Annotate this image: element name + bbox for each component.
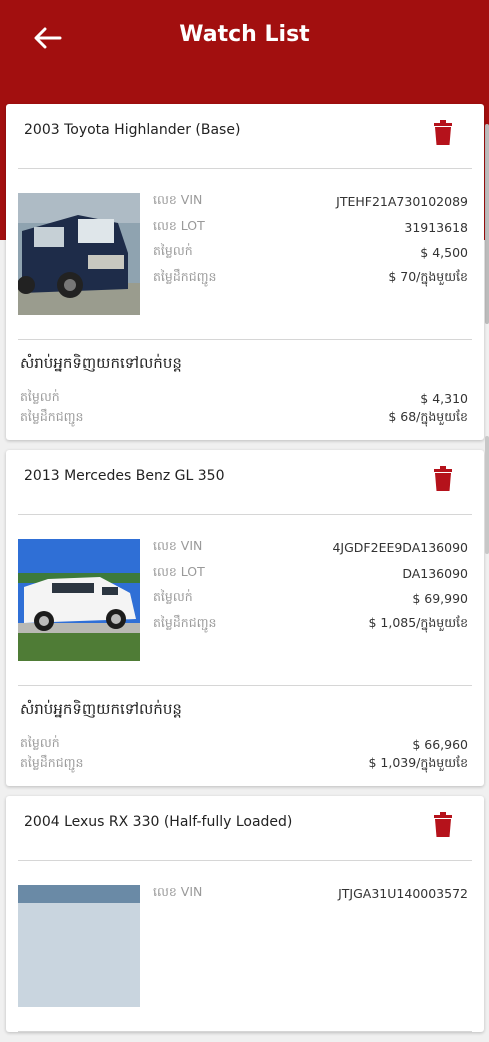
shipping-row: តម្លៃដឹកជញ្ជូន $ 1,085/ក្នុងមួយខែ (153, 612, 468, 638)
card-details: លេខ VIN JTJGA31U140003572 (18, 861, 472, 1032)
lot-label: លេខ LOT (153, 563, 205, 579)
dark-blue-suv-photo (18, 193, 140, 315)
watch-card[interactable]: 2003 Toyota Highlander (Base) លេខ VIN JT… (6, 104, 484, 440)
resale-price-value: $ 66,960 (412, 736, 468, 752)
delete-trash-icon[interactable] (432, 812, 454, 838)
resale-section: សំរាប់អ្នកទិញយកទៅលក់បន្ត តម្លៃលក់ $ 66,9… (18, 686, 472, 786)
watch-list: 2003 Toyota Highlander (Base) លេខ VIN JT… (6, 104, 484, 1042)
car-title[interactable]: 2003 Toyota Highlander (Base) (24, 122, 240, 138)
spec-list: លេខ VIN 4JGDF2EE9DA136090 លេខ LOT DA1360… (153, 535, 468, 637)
delete-trash-icon[interactable] (432, 120, 454, 146)
shipping-value: $ 1,085/ក្នុងមួយខែ (368, 614, 468, 630)
vin-row: លេខ VIN 4JGDF2EE9DA136090 (153, 535, 468, 561)
shipping-label: តម្លៃដឹកជញ្ជូន (153, 268, 217, 284)
vin-row: លេខ VIN JTJGA31U140003572 (153, 881, 468, 907)
vin-label: លេខ VIN (153, 884, 203, 900)
scrollbar-track[interactable] (485, 124, 489, 324)
car-title[interactable]: 2013 Mercedes Benz GL 350 (24, 468, 224, 484)
car-title[interactable]: 2004 Lexus RX 330 (Half-fully Loaded) (24, 814, 292, 830)
resale-shipping-label: តម្លៃដឹកជញ្ជូន (20, 408, 84, 424)
price-row: តម្លៃលក់ $ 69,990 (153, 586, 468, 612)
resale-shipping-row: តម្លៃដឹកជញ្ជូន $ 1,039/ក្នុងមួយខែ (18, 754, 472, 774)
vin-value: JTJGA31U140003572 (338, 886, 468, 902)
resale-section: សំរាប់អ្នកទិញយកទៅលក់បន្ត តម្លៃលក់ $ 4,31… (18, 340, 472, 440)
lot-label: លេខ LOT (153, 217, 205, 233)
resale-shipping-label: តម្លៃដឹកជញ្ជូន (20, 754, 84, 770)
white-suv-photo (18, 539, 140, 661)
card-header: 2013 Mercedes Benz GL 350 (18, 450, 472, 515)
resale-price-value: $ 4,310 (420, 390, 468, 406)
car-photo[interactable] (18, 193, 140, 315)
card-details: លេខ VIN JTEHF21A730102089 លេខ LOT 319136… (18, 169, 472, 340)
car-photo[interactable] (18, 885, 140, 1007)
lot-value: 31913618 (404, 219, 468, 235)
price-label: តម្លៃលក់ (153, 589, 193, 605)
lot-value: DA136090 (402, 565, 468, 581)
price-value: $ 69,990 (412, 591, 468, 607)
vin-row: លេខ VIN JTEHF21A730102089 (153, 189, 468, 215)
resale-price-row: តម្លៃលក់ $ 66,960 (18, 734, 472, 754)
watch-card[interactable]: 2013 Mercedes Benz GL 350 លេខ VIN 4JGDF2… (6, 450, 484, 786)
price-value: $ 4,500 (420, 245, 468, 261)
resale-title: សំរាប់អ្នកទិញយកទៅលក់បន្ត (20, 354, 182, 372)
scrollbar-thumb[interactable] (485, 436, 489, 554)
resale-price-row: តម្លៃលក់ $ 4,310 (18, 388, 472, 408)
resale-shipping-row: តម្លៃដឹកជញ្ជូន $ 68/ក្នុងមួយខែ (18, 408, 472, 428)
card-header: 2003 Toyota Highlander (Base) (18, 104, 472, 169)
lot-row: លេខ LOT DA136090 (153, 561, 468, 587)
vin-label: លេខ VIN (153, 192, 203, 208)
delete-trash-icon[interactable] (432, 466, 454, 492)
price-label: តម្លៃលក់ (153, 243, 193, 259)
spec-list: លេខ VIN JTEHF21A730102089 លេខ LOT 319136… (153, 189, 468, 291)
vin-value: JTEHF21A730102089 (336, 194, 468, 210)
vin-value: 4JGDF2EE9DA136090 (332, 540, 468, 556)
card-header: 2004 Lexus RX 330 (Half-fully Loaded) (18, 796, 472, 861)
resale-title: សំរាប់អ្នកទិញយកទៅលក់បន្ត (20, 700, 182, 718)
shipping-row: តម្លៃដឹកជញ្ជូន $ 70/ក្នុងមួយខែ (153, 266, 468, 292)
vin-label: លេខ VIN (153, 538, 203, 554)
resale-shipping-value: $ 68/ក្នុងមួយខែ (388, 408, 468, 424)
spec-list: លេខ VIN JTJGA31U140003572 (153, 881, 468, 907)
resale-price-label: តម្លៃលក់ (20, 734, 60, 750)
shipping-label: តម្លៃដឹកជញ្ជូន (153, 614, 217, 630)
shipping-value: $ 70/ក្នុងមួយខែ (388, 268, 468, 284)
lexus-photo (18, 885, 140, 1007)
page-title: Watch List (179, 22, 310, 47)
watch-card[interactable]: 2004 Lexus RX 330 (Half-fully Loaded) លេ… (6, 796, 484, 1032)
car-photo[interactable] (18, 539, 140, 661)
price-row: តម្លៃលក់ $ 4,500 (153, 240, 468, 266)
resale-shipping-value: $ 1,039/ក្នុងមួយខែ (368, 754, 468, 770)
card-details: លេខ VIN 4JGDF2EE9DA136090 លេខ LOT DA1360… (18, 515, 472, 686)
lot-row: លេខ LOT 31913618 (153, 215, 468, 241)
resale-price-label: តម្លៃលក់ (20, 388, 60, 404)
toolbar: Watch List (0, 0, 489, 78)
